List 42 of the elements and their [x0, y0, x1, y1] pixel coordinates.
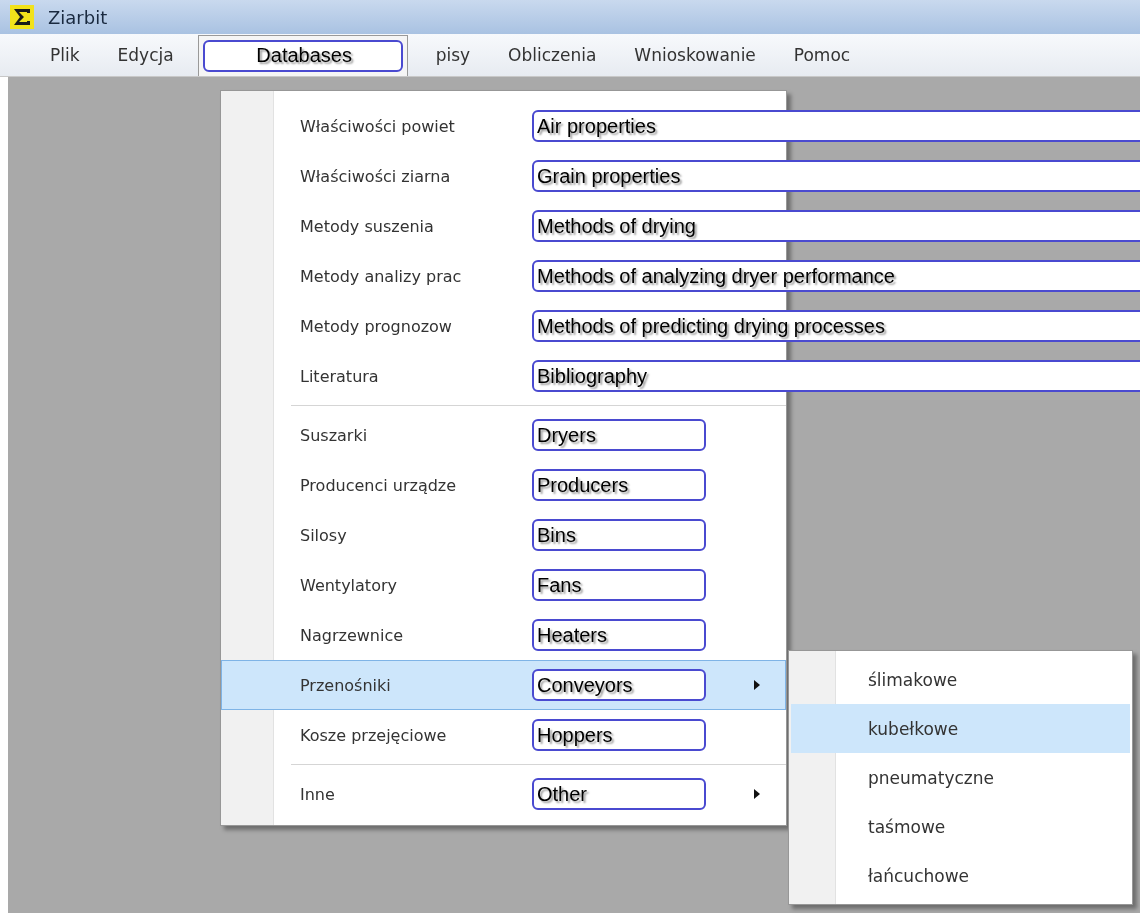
callout-label: Hoppers — [532, 719, 706, 751]
menu-item[interactable]: Pomoc — [779, 41, 865, 69]
menu-item[interactable]: Wnioskowanie — [620, 41, 770, 69]
menu-item[interactable]: Metody suszenia — [300, 216, 532, 236]
callout-label: Bins — [532, 519, 706, 551]
callout-label: Producers — [532, 469, 706, 501]
menu-item[interactable]: Przenośniki — [300, 675, 532, 695]
callout-label: Bibliography — [532, 360, 1140, 392]
menu-item[interactable]: Silosy — [300, 525, 532, 545]
callout-label: Conveyors — [532, 669, 706, 701]
menu-item[interactable]: Literatura — [300, 366, 532, 386]
menu-item[interactable]: taśmowe — [791, 802, 1130, 851]
menu-item[interactable]: Właściwości ziarna — [300, 166, 532, 186]
window-title: Ziarbit — [48, 6, 108, 28]
logo-icon — [10, 5, 34, 29]
callout-label: Fans — [532, 569, 706, 601]
menu-item[interactable]: Wentylatory — [300, 575, 532, 595]
callout-label: Air properties — [532, 110, 1140, 142]
menu-item[interactable]: kubełkowe — [791, 704, 1130, 753]
menu-item[interactable]: Metody prognozow — [300, 316, 532, 336]
menu-item[interactable]: pneumatyczne — [791, 753, 1130, 802]
menu-item[interactable]: łańcuchowe — [791, 851, 1130, 900]
menu-item[interactable]: Inne — [300, 784, 532, 804]
callout-label[interactable]: Databases — [202, 39, 403, 72]
menu-item[interactable]: Właściwości powiet — [300, 116, 532, 136]
menu-item[interactable]: Plik — [36, 41, 94, 69]
menu-item[interactable]: Edycja — [103, 41, 188, 69]
menu-item[interactable]: ślimakowe — [791, 655, 1130, 704]
menu-item[interactable]: Kosze przejęciowe — [300, 725, 532, 745]
callout-label: Methods of drying — [532, 210, 1140, 242]
menu-item[interactable]: Suszarki — [300, 425, 532, 445]
callout-label: Grain properties — [532, 160, 1140, 192]
menu-item[interactable]: Metody analizy prac — [300, 266, 532, 286]
menu-item[interactable]: Obliczenia — [494, 41, 611, 69]
callout-label: Methods of predicting drying processes — [532, 310, 1140, 342]
menu-item[interactable]: Producenci urządze — [300, 475, 532, 495]
callout-label: Heaters — [532, 619, 706, 651]
menu-item[interactable]: Nagrzewnice — [300, 625, 532, 645]
menu-item[interactable]: pisy — [421, 41, 485, 69]
callout-label: Other — [532, 778, 706, 810]
callout-label: Methods of analyzing dryer performance — [532, 260, 1140, 292]
callout-label: Dryers — [532, 419, 706, 451]
